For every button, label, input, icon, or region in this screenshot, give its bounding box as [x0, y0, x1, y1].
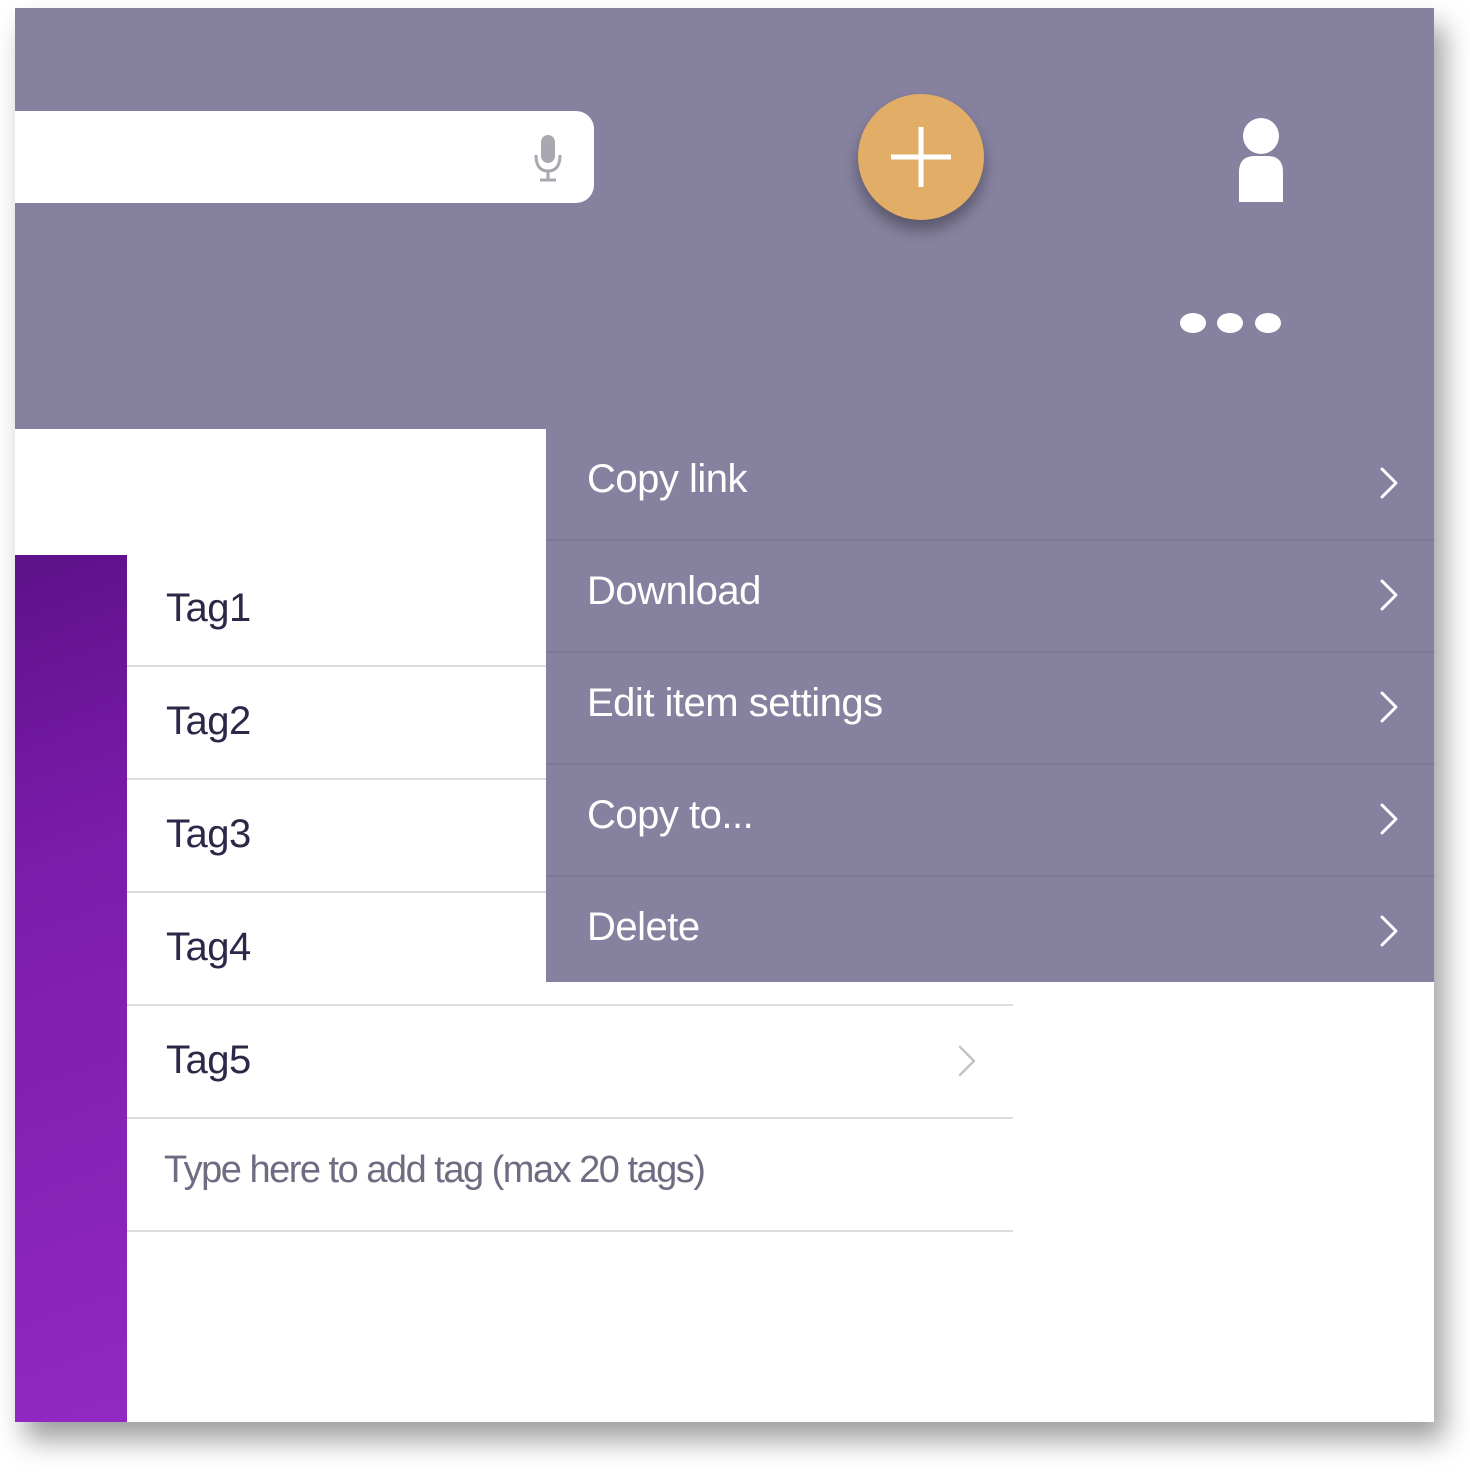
menu-item-label: Copy to... [587, 793, 754, 837]
menu-item-label: Download [587, 569, 761, 613]
menu-item-copy-link[interactable]: Copy link [546, 429, 1434, 541]
add-tag-row[interactable] [127, 1119, 1013, 1232]
chevron-right-icon [1380, 467, 1398, 499]
tag-label: Tag1 [166, 586, 251, 630]
menu-item-label: Edit item settings [587, 681, 883, 725]
tag-label: Tag3 [166, 812, 251, 856]
add-button[interactable] [858, 94, 984, 220]
menu-item-label: Delete [587, 905, 700, 949]
more-horizontal-icon[interactable] [1175, 310, 1285, 336]
menu-item-copy-to[interactable]: Copy to... [546, 765, 1434, 877]
menu-item-delete[interactable]: Delete [546, 877, 1434, 987]
chevron-right-icon [1380, 579, 1398, 611]
chevron-right-icon [1380, 803, 1398, 835]
tag-label: Tag5 [166, 1038, 251, 1082]
menu-item-label: Copy link [587, 457, 748, 501]
sidebar-panel [15, 555, 127, 1422]
chevron-right-icon [1380, 915, 1398, 947]
add-tag-input[interactable] [164, 1149, 924, 1192]
chevron-right-icon [1380, 691, 1398, 723]
context-menu: Copy link Download Edit item settings Co… [546, 429, 1434, 982]
tag-label: Tag2 [166, 699, 251, 743]
tag-label: Tag4 [166, 925, 251, 969]
tag-row[interactable]: Tag5 [127, 1006, 1013, 1119]
menu-item-edit-item-settings[interactable]: Edit item settings [546, 653, 1434, 765]
user-icon[interactable] [1235, 116, 1287, 202]
plus-icon [891, 127, 951, 187]
search-bar[interactable] [15, 111, 594, 203]
app-frame: Tag1 Tag2 Tag3 Tag4 Tag5 Copy link [15, 8, 1434, 1422]
chevron-right-icon[interactable] [956, 1043, 978, 1079]
header-bar [15, 8, 1434, 429]
menu-item-download[interactable]: Download [546, 541, 1434, 653]
microphone-icon[interactable] [532, 133, 564, 183]
